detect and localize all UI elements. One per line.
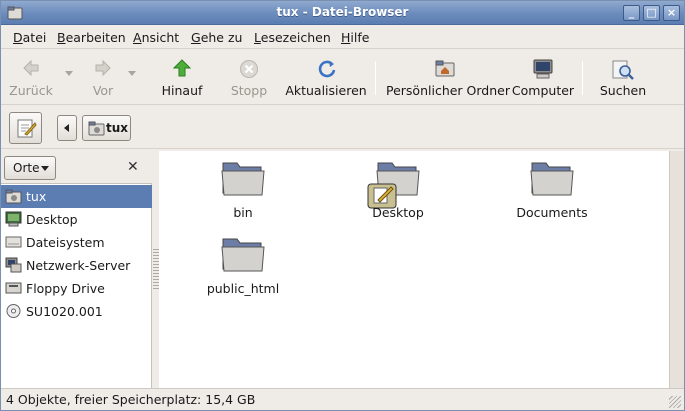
toolbar-separator [375,61,376,95]
back-history-dropdown[interactable] [65,71,73,76]
status-bar: 4 Objekte, freier Speicherplatz: 15,4 GB [1,388,684,410]
menu-lesezeichen[interactable]: Lesezeichen [254,30,331,45]
forward-label: Vor [92,83,114,98]
resize-grip[interactable] [669,396,681,408]
stop-icon [240,60,258,78]
sidebar-item-desktop[interactable]: Desktop [1,208,152,231]
sidebar-item-network-server[interactable]: Netzwerk-Server [1,254,152,277]
sidebar-type-label: Orte [13,161,40,175]
sidebar-item-tux[interactable]: tux [1,185,152,208]
sidebar-header: Orte ✕ [1,151,152,184]
sidebar-type-dropdown[interactable]: Orte [4,156,56,180]
forward-history-dropdown[interactable] [128,71,136,76]
file-item-public-html[interactable]: public_html [178,227,308,297]
sidebar-item-floppy-drive[interactable]: Floppy Drive [1,277,152,300]
floppy-drive-icon [5,282,22,294]
edit-location-icon [17,119,37,138]
reload-label: Aktualisieren [285,83,367,98]
up-button[interactable]: Hinauf [155,49,209,103]
maximize-button[interactable]: □ [643,5,660,21]
home-folder-icon [88,121,105,136]
cd-icon [6,304,21,318]
menu-bar: Datei Bearbeiten Ansicht Gehe zu Lesezei… [1,25,684,49]
toolbar: Zurück Vor Hinauf Stopp Aktualisieren Pe… [1,49,684,105]
computer-label: Computer [511,83,575,98]
close-window-button[interactable]: × [663,5,680,21]
sidebar-item-label: Dateisystem [26,235,105,250]
menu-hilfe[interactable]: Hilfe [341,30,369,45]
sidebar-item-label: SU1020.001 [26,304,103,319]
sidebar-item-filesystem[interactable]: Dateisystem [1,231,152,254]
computer-button[interactable]: Computer [511,49,575,103]
vertical-scrollbar[interactable] [669,151,684,388]
sidebar-item-label: Desktop [26,212,78,227]
stop-label: Stopp [230,83,268,98]
sidebar-item-label: tux [26,189,47,204]
stop-button[interactable]: Stopp [225,49,273,103]
file-item-label: bin [233,205,253,220]
folder-icon [221,238,265,272]
toggle-location-entry-button[interactable] [9,112,42,144]
toolbar-separator [582,61,583,95]
places-list: tux Desktop Dateisystem Netzwerk-Server … [1,185,152,323]
file-item-label: Desktop [372,205,424,220]
file-browser-window: tux - Datei-Browser _ □ × Datei Bearbeit… [0,0,685,411]
file-item-desktop[interactable]: Desktop [333,151,463,221]
home-label: Persönlicher Ordner [386,83,510,98]
home-folder-icon [5,189,22,204]
harddisk-icon [5,236,22,248]
computer-icon [533,59,553,79]
location-bar: tux [1,105,684,149]
up-arrow-icon [173,59,191,77]
path-button-label: tux [106,121,129,135]
home-button[interactable]: Persönlicher Ordner [386,49,510,103]
status-text: 4 Objekte, freier Speicherplatz: 15,4 GB [6,392,256,407]
menu-gehe-zu[interactable]: Gehe zu [191,30,242,45]
back-button[interactable]: Zurück [5,49,57,103]
file-item-label: Documents [516,205,588,220]
back-arrow-icon [23,59,39,77]
search-icon [612,60,634,80]
network-server-icon [5,257,22,273]
forward-arrow-icon [95,59,111,77]
sidebar-item-label: Floppy Drive [26,281,105,296]
folder-icon [221,162,265,196]
title-bar[interactable]: tux - Datei-Browser _ □ × [1,1,684,25]
sidebar-item-cd[interactable]: SU1020.001 [1,300,152,323]
sidebar-item-label: Netzwerk-Server [26,258,131,273]
reload-button[interactable]: Aktualisieren [285,49,367,103]
search-button[interactable]: Suchen [595,49,651,103]
up-label: Hinauf [161,83,203,98]
file-item-documents[interactable]: Documents [487,151,617,221]
desktop-icon [5,211,22,227]
home-folder-icon [435,60,455,77]
places-sidebar: Orte ✕ tux Desktop Dateisystem Netzwerk-… [1,151,152,388]
menu-ansicht[interactable]: Ansicht [133,30,179,45]
file-item-bin[interactable]: bin [178,151,308,221]
file-item-label: public_html [206,281,280,296]
window-title: tux - Datei-Browser [276,5,409,19]
minimize-button[interactable]: _ [623,5,640,21]
menu-datei[interactable]: Datei [13,30,46,45]
close-sidebar-icon[interactable]: ✕ [127,159,139,175]
menu-bearbeiten[interactable]: Bearbeiten [57,30,126,45]
path-scroll-left-button[interactable] [57,115,77,141]
back-label: Zurück [9,83,53,98]
file-view[interactable]: bin Desktop Documents public_html [159,151,669,388]
reload-icon [318,60,336,78]
search-label: Suchen [599,83,647,98]
folder-icon [530,162,574,196]
forward-button[interactable]: Vor [81,49,125,103]
path-button-tux[interactable]: tux [82,115,131,141]
